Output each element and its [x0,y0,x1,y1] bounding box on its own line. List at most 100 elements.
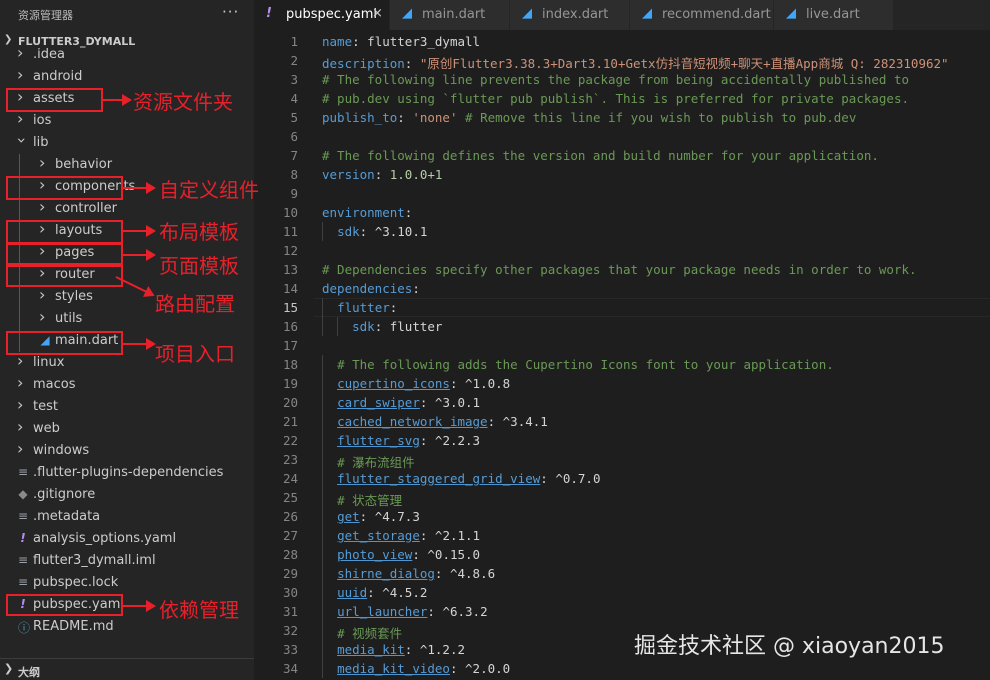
tree-folder[interactable]: › .idea [0,43,254,66]
code-line[interactable]: media_kit: ^1.2.2 [322,642,465,657]
line-number: 22 [282,433,298,448]
code-line[interactable]: # The following line prevents the packag… [322,72,909,87]
code-token: : [427,604,443,619]
code-token: : [419,528,435,543]
editor-tab[interactable]: ◢ recommend.dart [630,0,774,30]
tree-item-label: .gitignore [33,487,96,502]
outline-section[interactable]: ❯ 大纲 [0,658,254,680]
code-line[interactable]: sdk: ^3.10.1 [322,224,427,239]
dart-file-icon: ◢ [786,6,796,21]
code-token: get_storage [337,528,420,543]
code-token: : [404,205,413,220]
code-token: : [359,509,375,524]
annotation-box [6,220,123,244]
annotation-arrow [123,249,156,261]
code-line[interactable]: # The following defines the version and … [322,148,879,163]
code-token: flutter_staggered_grid_view [337,471,541,486]
code-token: ^0.7.0 [555,471,601,486]
code-line[interactable]: get_storage: ^2.1.1 [322,528,480,543]
annotation-box [6,265,123,287]
code-line[interactable]: photo_view: ^0.15.0 [322,547,480,562]
code-token: media_kit_video [337,661,450,676]
line-number: 26 [282,509,298,524]
tree-folder[interactable]: › web [0,417,254,440]
code-token: # Dependencies specify other packages th… [322,262,917,277]
line-number: 4 [290,91,298,106]
tree-item-label: test [33,399,58,414]
tree-file[interactable]: ≡ .metadata [0,506,254,528]
code-line[interactable]: version: 1.0.0+1 [322,167,442,182]
code-token: : [412,547,428,562]
tree-file[interactable]: ≡ pubspec.lock [0,572,254,594]
tree-folder[interactable]: › android [0,65,254,88]
editor-tab[interactable]: ◢ live.dart [774,0,894,30]
code-token: ^4.7.3 [374,509,420,524]
indent-guide [322,298,323,336]
code-token: # 视频套件 [337,626,403,641]
code-line[interactable]: # pub.dev using `flutter pub publish`. T… [322,91,909,106]
code-line[interactable]: url_launcher: ^6.3.2 [322,604,488,619]
code-token: ^0.15.0 [427,547,481,562]
annotation-arrow [123,182,156,194]
code-line[interactable]: # Dependencies specify other packages th… [322,262,917,277]
code-line[interactable]: environment: [322,205,412,220]
line-number: 20 [282,395,298,410]
code-line[interactable]: get: ^4.7.3 [322,509,420,524]
code-token: ^6.3.2 [442,604,488,619]
code-line[interactable]: flutter_staggered_grid_view: ^0.7.0 [322,471,600,486]
line-number: 30 [282,585,298,600]
tree-file[interactable]: ! analysis_options.yaml [0,528,254,550]
code-line[interactable]: # 瀑布流组件 [322,452,415,471]
code-line[interactable]: card_swiper: ^3.0.1 [322,395,480,410]
code-line[interactable]: sdk: flutter [322,319,442,334]
code-line[interactable]: cupertino_icons: ^1.0.8 [322,376,510,391]
code-token: : [374,319,390,334]
code-line[interactable]: cached_network_image: ^3.4.1 [322,414,548,429]
code-line[interactable]: flutter_svg: ^2.2.3 [322,433,480,448]
code-line[interactable]: dependencies: [322,281,420,296]
tree-folder[interactable]: › windows [0,439,254,462]
tree-folder[interactable]: › behavior [0,153,254,176]
editor-tab[interactable]: ◢ main.dart [390,0,510,30]
tree-file[interactable]: ≡ flutter3_dymall.iml [0,550,254,572]
indent-guide [322,222,323,241]
tree-file[interactable]: ≡ .flutter-plugins-dependencies [0,462,254,484]
tree-folder[interactable]: › lib [0,132,254,154]
code-line[interactable]: # 视频套件 [322,623,402,642]
tree-folder[interactable]: › test [0,395,254,418]
code-line[interactable]: # 状态管理 [322,490,402,509]
code-line[interactable]: uuid: ^4.5.2 [322,585,427,600]
tree-folder[interactable]: › macos [0,373,254,396]
code-line[interactable]: name: flutter3_dymall [322,34,480,49]
code-line[interactable]: media_kit_video: ^2.0.0 [322,661,510,676]
code-line[interactable]: publish_to: 'none' # Remove this line if… [322,110,856,125]
tree-item-label: web [33,421,60,436]
line-number: 32 [282,623,298,638]
code-token: get [337,509,360,524]
code-line[interactable]: description: "原创Flutter3.38.3+Dart3.10+G… [322,53,949,72]
code-editor[interactable]: 1 name: flutter3_dymall 2 description: "原创F… [254,30,990,680]
code-line[interactable]: flutter: [322,300,397,315]
code-token: : [412,281,420,296]
code-token: publish_to [322,110,398,125]
code-token: description [322,56,405,71]
editor-tab[interactable]: ! pubspec.yaml × [254,0,390,30]
annotation-label: 项目入口 [155,342,235,366]
code-token: : [404,642,420,657]
line-number: 24 [282,471,298,486]
code-line[interactable]: shirne_dialog: ^4.8.6 [322,566,495,581]
tab-label: main.dart [422,7,486,22]
code-line[interactable]: # The following adds the Cupertino Icons… [322,357,834,372]
close-icon[interactable]: × [372,6,383,21]
tree-file[interactable]: ◆ .gitignore [0,484,254,506]
code-token: sdk [352,319,375,334]
code-token: ^4.5.2 [382,585,428,600]
editor-tab[interactable]: ◢ index.dart [510,0,630,30]
file-lines-icon: ≡ [18,465,29,479]
more-actions-icon[interactable]: ··· [222,3,239,21]
